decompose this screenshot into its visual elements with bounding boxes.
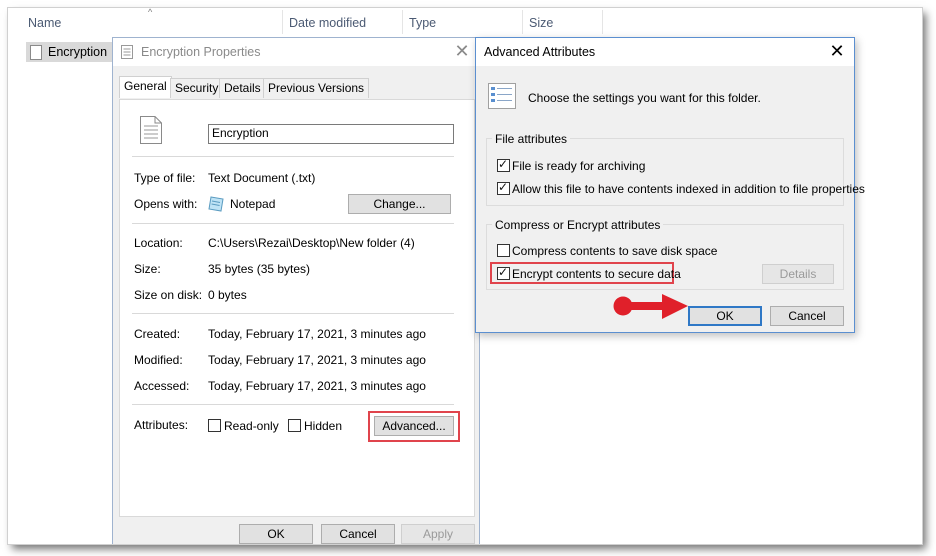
column-separator[interactable] xyxy=(522,10,523,34)
encrypt-label[interactable]: Encrypt contents to secure data xyxy=(512,267,681,281)
compress-checkbox[interactable] xyxy=(497,244,510,257)
file-attributes-title: File attributes xyxy=(492,132,571,146)
tab-previous-versions[interactable]: Previous Versions xyxy=(263,78,370,98)
advanced-ok-button[interactable]: OK xyxy=(688,306,762,326)
close-icon[interactable]: ✕ xyxy=(451,41,473,63)
tab-strip: General Security Details Previous Versio… xyxy=(119,76,469,100)
text-file-icon xyxy=(140,116,162,144)
divider xyxy=(132,223,454,224)
column-date-modified[interactable]: Date modified xyxy=(289,16,366,30)
index-label[interactable]: Allow this file to have contents indexed… xyxy=(512,182,865,196)
column-separator[interactable] xyxy=(602,10,603,34)
column-size[interactable]: Size xyxy=(529,16,553,30)
tab-general[interactable]: General xyxy=(119,76,172,98)
properties-cancel-button[interactable]: Cancel xyxy=(321,524,395,544)
attributes-label: Attributes: xyxy=(134,418,189,432)
opens-with-label: Opens with: xyxy=(134,197,198,211)
properties-title: Encryption Properties xyxy=(141,45,261,59)
file-name-input[interactable]: Encryption xyxy=(208,124,454,144)
modified-label: Modified: xyxy=(134,353,183,367)
sort-up-icon: ^ xyxy=(148,8,153,17)
change-button[interactable]: Change... xyxy=(348,194,451,214)
tab-security[interactable]: Security xyxy=(170,78,224,98)
size-on-disk-label: Size on disk: xyxy=(134,288,203,302)
created-value: Today, February 17, 2021, 3 minutes ago xyxy=(208,327,426,341)
red-arrow-icon xyxy=(613,294,688,319)
modified-value: Today, February 17, 2021, 3 minutes ago xyxy=(208,353,426,367)
opens-with-value: Notepad xyxy=(230,197,276,211)
readonly-checkbox[interactable] xyxy=(208,419,221,432)
accessed-label: Accessed: xyxy=(134,379,190,393)
properties-ok-button[interactable]: OK xyxy=(239,524,313,544)
type-value: Text Document (.txt) xyxy=(208,171,316,185)
encrypt-checkbox[interactable] xyxy=(497,265,510,280)
advanced-button[interactable]: Advanced... xyxy=(374,416,454,436)
details-button: Details xyxy=(762,264,834,284)
column-name[interactable]: Name xyxy=(28,16,61,30)
properties-apply-button: Apply xyxy=(401,524,475,544)
location-label: Location: xyxy=(134,236,183,250)
created-label: Created: xyxy=(134,327,181,341)
advanced-cancel-button[interactable]: Cancel xyxy=(770,306,844,326)
divider xyxy=(132,313,454,314)
close-icon[interactable]: ✕ xyxy=(826,41,848,63)
properties-dialog: Encryption Properties ✕ General Security… xyxy=(112,37,480,544)
tab-details[interactable]: Details xyxy=(219,78,266,98)
screenshot-frame: ^ Name Date modified Type Size Encryptio… xyxy=(8,8,922,544)
archive-label[interactable]: File is ready for archiving xyxy=(512,159,645,173)
divider xyxy=(132,404,454,405)
explorer-column-headers: ^ Name Date modified Type Size xyxy=(8,8,608,36)
size-label: Size: xyxy=(134,262,161,276)
advanced-title: Advanced Attributes xyxy=(484,45,596,59)
properties-titlebar: Encryption Properties ✕ xyxy=(113,38,479,66)
general-tab-panel: Encryption Type of file: Text Document (… xyxy=(119,99,475,517)
archive-checkbox[interactable] xyxy=(497,157,510,172)
size-on-disk-value: 0 bytes xyxy=(208,288,247,302)
column-separator[interactable] xyxy=(282,10,283,34)
advanced-attributes-dialog: Advanced Attributes ✕ Choose the setting… xyxy=(475,37,865,333)
divider xyxy=(132,156,454,157)
attributes-list-icon xyxy=(488,83,516,109)
compress-label[interactable]: Compress contents to save disk space xyxy=(512,244,717,258)
column-separator[interactable] xyxy=(402,10,403,34)
location-value: C:\Users\Rezai\Desktop\New folder (4) xyxy=(208,236,415,250)
text-file-icon xyxy=(121,45,133,59)
hidden-label[interactable]: Hidden xyxy=(304,419,342,433)
text-file-icon xyxy=(30,45,42,60)
accessed-value: Today, February 17, 2021, 3 minutes ago xyxy=(208,379,426,393)
advanced-titlebar: Advanced Attributes ✕ xyxy=(476,38,854,66)
index-checkbox[interactable] xyxy=(497,180,510,195)
size-value: 35 bytes (35 bytes) xyxy=(208,262,311,276)
compress-encrypt-title: Compress or Encrypt attributes xyxy=(492,218,664,232)
hidden-checkbox[interactable] xyxy=(288,419,301,432)
column-type[interactable]: Type xyxy=(409,16,436,30)
advanced-intro: Choose the settings you want for this fo… xyxy=(528,91,761,105)
readonly-label[interactable]: Read-only xyxy=(224,419,279,433)
file-name: Encryption xyxy=(48,45,108,59)
type-label: Type of file: xyxy=(134,171,196,185)
file-row-encryption[interactable]: Encryption xyxy=(26,42,112,62)
notepad-icon xyxy=(208,196,224,212)
